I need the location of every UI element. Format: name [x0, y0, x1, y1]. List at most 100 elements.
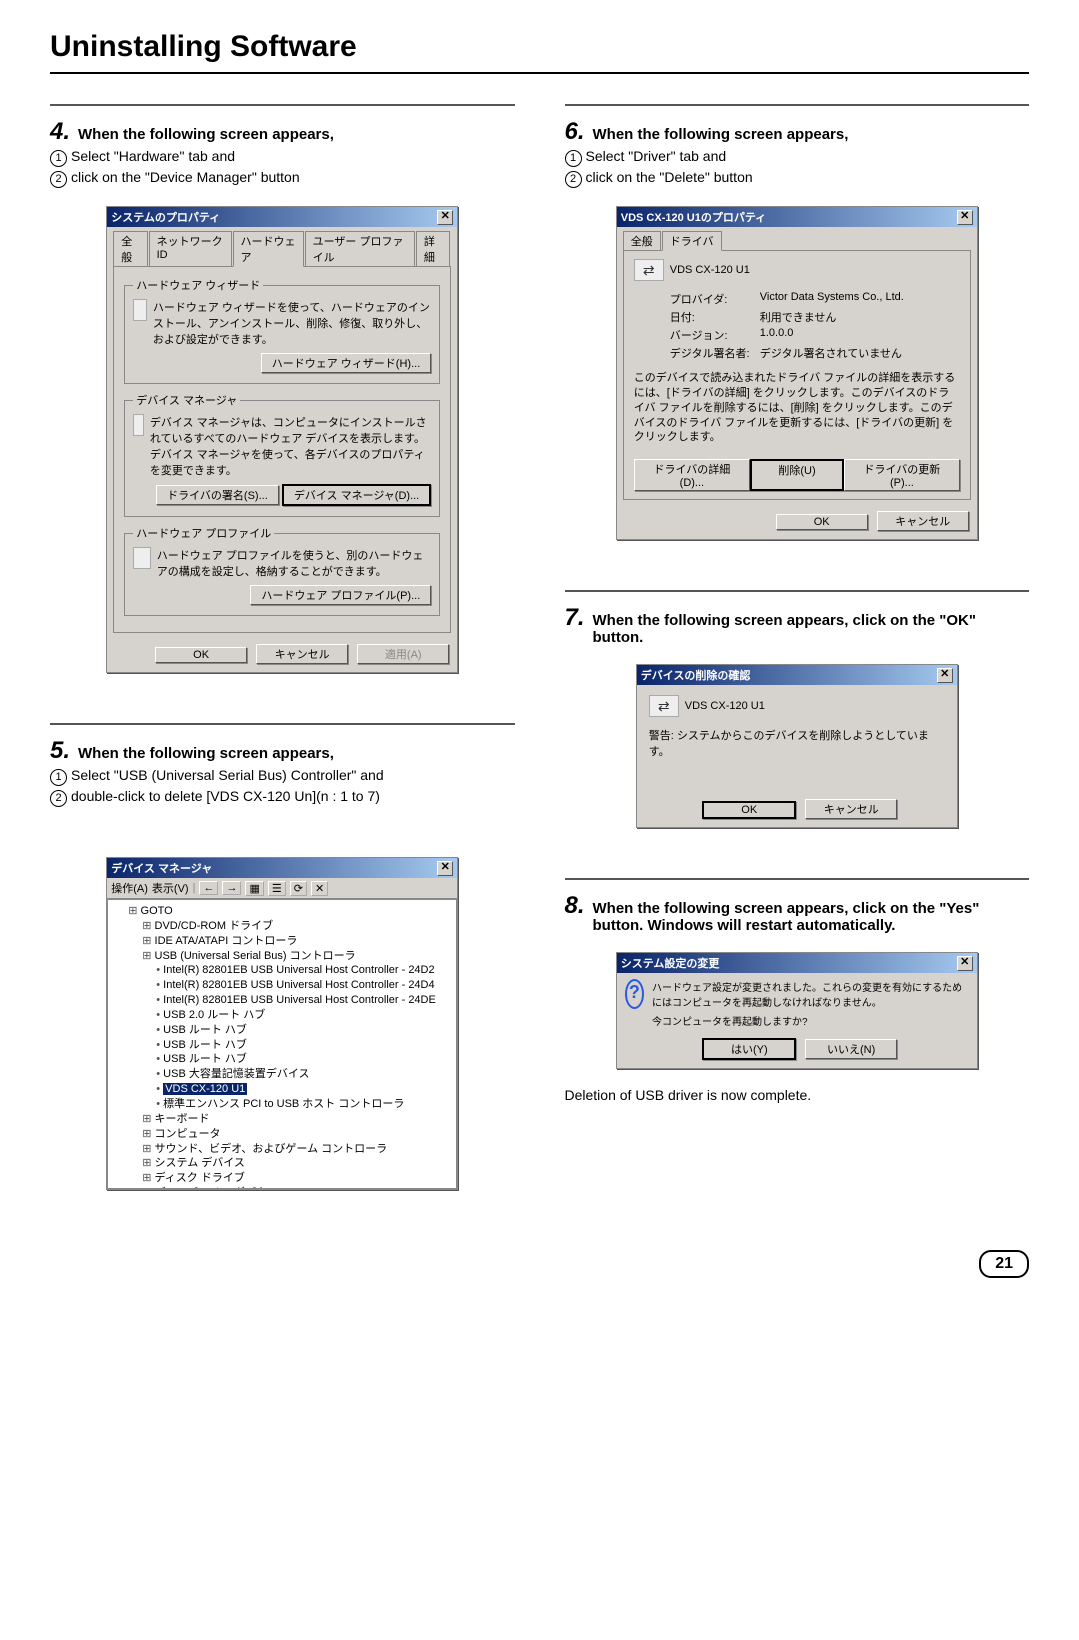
step4-sub1: Select "Hardware" tab and [71, 148, 235, 164]
toolbar-icon[interactable]: ⟳ [290, 881, 307, 896]
tree-item[interactable]: システム デバイス [142, 1156, 450, 1171]
tree-item[interactable]: USB ルート ハブ [156, 1038, 450, 1053]
group-device-manager: デバイス マネージャ [133, 392, 240, 408]
cancel-button[interactable]: キャンセル [256, 644, 348, 664]
close-icon[interactable]: ✕ [437, 861, 453, 876]
ok-button[interactable]: OK [155, 647, 247, 663]
step4-head: When the following screen appears, [78, 120, 334, 143]
tab-general[interactable]: 全般 [113, 231, 147, 267]
hw-profile-button[interactable]: ハードウェア プロファイル(P)... [250, 585, 431, 605]
usb-icon [634, 259, 664, 281]
step7-head: When the following screen appears, click… [593, 606, 1029, 646]
circled-2-icon: 2 [50, 171, 67, 188]
step5-sub1: Select "USB (Universal Serial Bus) Contr… [71, 767, 384, 783]
step6-head: When the following screen appears, [593, 120, 849, 143]
toolbar-icon[interactable]: ✕ [311, 881, 328, 896]
driver-signing-button[interactable]: ドライバの署名(S)... [156, 485, 279, 505]
step8-head: When the following screen appears, click… [593, 894, 1029, 934]
tab-general[interactable]: 全般 [623, 231, 661, 251]
group-hw-profile: ハードウェア プロファイル [133, 525, 274, 541]
step7-number: 7. [565, 606, 585, 630]
tree-item[interactable]: 標準エンハンス PCI to USB ホスト コントローラ [156, 1097, 450, 1112]
date-label: 日付: [670, 309, 760, 325]
ver-label: バージョン: [670, 327, 760, 343]
circled-1-icon: 1 [50, 769, 67, 786]
tab-hardware[interactable]: ハードウェア [233, 231, 304, 267]
step5-head: When the following screen appears, [78, 739, 334, 762]
group2-text: デバイス マネージャは、コンピュータにインストールされているすべてのハードウェア… [150, 414, 431, 478]
step6-sub1: Select "Driver" tab and [586, 148, 727, 164]
tree-item[interactable]: Intel(R) 82801EB USB Universal Host Cont… [156, 963, 450, 978]
toolbar-icon[interactable]: ▦ [245, 881, 263, 896]
wizard-icon [133, 299, 147, 321]
tree-item-selected[interactable]: VDS CX-120 U1 [156, 1082, 450, 1097]
toolbar-icon[interactable]: ☰ [268, 881, 286, 896]
close-icon[interactable]: ✕ [957, 210, 973, 225]
tree-item[interactable]: DVD/CD-ROM ドライブ [142, 919, 450, 934]
tree-item[interactable]: ディスク ドライブ [142, 1171, 450, 1186]
hw-profile-icon [133, 547, 150, 569]
step4-number: 4. [50, 120, 70, 144]
prov-value: Victor Data Systems Co., Ltd. [760, 291, 904, 307]
dlg8-title: システム設定の変更 [621, 955, 720, 971]
close-icon[interactable]: ✕ [437, 210, 453, 225]
sig-value: デジタル署名されていません [760, 345, 902, 361]
yes-button[interactable]: はい(Y) [702, 1038, 796, 1060]
cancel-button[interactable]: キャンセル [877, 511, 969, 531]
warning-text: 警告: システムからこのデバイスを削除しようとしています。 [649, 727, 945, 759]
tree-item[interactable]: サウンド、ビデオ、およびゲーム コントローラ [142, 1142, 450, 1157]
menu-action[interactable]: 操作(A) [111, 880, 148, 896]
close-icon[interactable]: ✕ [957, 956, 973, 971]
usb-icon [649, 695, 679, 717]
tree-item[interactable]: キーボード [142, 1112, 450, 1127]
tree-item[interactable]: USB ルート ハブ [156, 1023, 450, 1038]
group-hw-wizard: ハードウェア ウィザード [133, 277, 263, 293]
conclusion-text: Deletion of USB driver is now complete. [565, 1087, 1030, 1103]
tree-item[interactable]: コンピュータ [142, 1127, 450, 1142]
tree-item[interactable]: USB 2.0 ルート ハブ [156, 1008, 450, 1023]
step5-number: 5. [50, 739, 70, 763]
circled-1-icon: 1 [565, 150, 582, 167]
circled-2-icon: 2 [50, 790, 67, 807]
tree-item[interactable]: Intel(R) 82801EB USB Universal Host Cont… [156, 978, 450, 993]
tab-driver[interactable]: ドライバ [662, 231, 722, 251]
sig-label: デジタル署名者: [670, 345, 760, 361]
close-icon[interactable]: ✕ [937, 668, 953, 683]
device-name: VDS CX-120 U1 [685, 700, 765, 712]
date-value: 利用できません [760, 309, 837, 325]
driver-details-button[interactable]: ドライバの詳細(D)... [634, 459, 750, 491]
forward-icon[interactable]: → [222, 881, 241, 895]
dlg7-title: デバイスの削除の確認 [641, 667, 751, 683]
tree-item[interactable]: Intel(R) 82801EB USB Universal Host Cont… [156, 993, 450, 1008]
update-driver-button[interactable]: ドライバの更新(P)... [844, 459, 960, 491]
msg-text: ハードウェア設定が変更されました。これらの変更を有効にするためにはコンピュータを… [652, 979, 969, 1009]
cancel-button[interactable]: キャンセル [805, 799, 897, 819]
no-button[interactable]: いいえ(N) [805, 1039, 897, 1059]
apply-button: 適用(A) [357, 644, 449, 664]
msg2-text: 今コンピュータを再起動しますか? [652, 1013, 969, 1028]
tree-item[interactable]: USB ルート ハブ [156, 1052, 450, 1067]
page-title: Uninstalling Software [50, 30, 1029, 74]
device-manager-button[interactable]: デバイス マネージャ(D)... [282, 484, 431, 506]
tab-network-id[interactable]: ネットワーク ID [149, 231, 232, 267]
tab-advanced[interactable]: 詳細 [416, 231, 450, 267]
tree-item[interactable]: USB 大容量記憶装置デバイス [156, 1067, 450, 1082]
hw-wizard-button[interactable]: ハードウェア ウィザード(H)... [261, 353, 432, 373]
delete-button[interactable]: 削除(U) [750, 459, 844, 491]
circled-1-icon: 1 [50, 150, 67, 167]
tree-usb-controller[interactable]: USB (Universal Serial Bus) コントローラ [142, 949, 450, 964]
tab-user-profile[interactable]: ユーザー プロファイル [305, 231, 415, 267]
device-tree[interactable]: GOTO DVD/CD-ROM ドライブ IDE ATA/ATAPI コントロー… [107, 899, 457, 1189]
ver-value: 1.0.0.0 [760, 327, 794, 343]
prov-label: プロバイダ: [670, 291, 760, 307]
back-icon[interactable]: ← [199, 881, 218, 895]
step5-sub2: double-click to delete [VDS CX-120 Un](n… [71, 788, 380, 804]
ok-button[interactable]: OK [702, 801, 796, 819]
device-manager-icon [133, 414, 144, 436]
ok-button[interactable]: OK [776, 514, 868, 530]
menu-view[interactable]: 表示(V) [152, 880, 189, 896]
tree-root[interactable]: GOTO [128, 904, 450, 919]
dlg6-title: VDS CX-120 U1のプロパティ [621, 209, 766, 225]
tree-item[interactable]: ディスプレイ アダプタ [142, 1186, 450, 1189]
tree-item[interactable]: IDE ATA/ATAPI コントローラ [142, 934, 450, 949]
